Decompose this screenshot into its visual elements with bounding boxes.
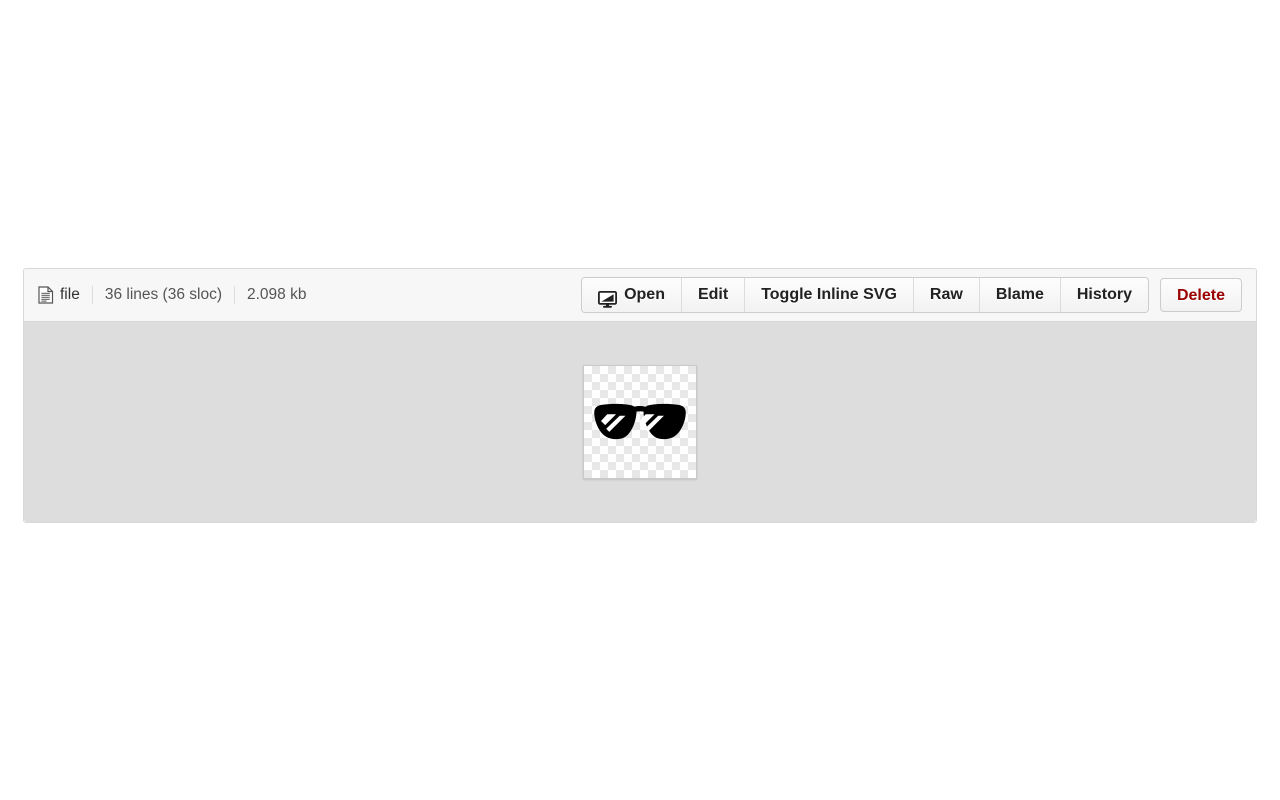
file-lines-label: 36 lines (36 sloc) bbox=[104, 286, 222, 304]
image-preview-frame bbox=[583, 365, 697, 479]
monitor-icon bbox=[598, 287, 618, 308]
delete-button[interactable]: Delete bbox=[1159, 278, 1242, 312]
file-actions-button-group: Open Edit Toggle Inline SVG Raw Blame Hi… bbox=[581, 277, 1149, 313]
history-button-label: History bbox=[1076, 286, 1132, 303]
file-preview-area bbox=[24, 322, 1256, 522]
history-button[interactable]: History bbox=[1059, 278, 1148, 312]
file-name-label: file bbox=[60, 286, 80, 304]
blame-button-label: Blame bbox=[995, 286, 1044, 303]
raw-button[interactable]: Raw bbox=[912, 278, 979, 312]
file-actions-toolbar: Open Edit Toggle Inline SVG Raw Blame Hi… bbox=[581, 277, 1242, 313]
file-meta-group: file 36 lines (36 sloc) 2.098 kb bbox=[24, 269, 318, 321]
file-panel: file 36 lines (36 sloc) 2.098 kb Open Ed… bbox=[23, 268, 1257, 523]
file-name-meta: file bbox=[34, 286, 92, 304]
open-button[interactable]: Open bbox=[582, 278, 681, 312]
open-button-label: Open bbox=[624, 286, 665, 303]
toggle-inline-svg-button[interactable]: Toggle Inline SVG bbox=[744, 278, 913, 312]
raw-button-label: Raw bbox=[929, 286, 963, 303]
document-icon bbox=[38, 286, 54, 304]
file-size-label: 2.098 kb bbox=[247, 286, 307, 304]
blame-button[interactable]: Blame bbox=[978, 278, 1060, 312]
file-header-bar: file 36 lines (36 sloc) 2.098 kb Open Ed… bbox=[24, 269, 1256, 322]
edit-button-label: Edit bbox=[697, 286, 729, 303]
sunglasses-svg bbox=[594, 403, 686, 440]
toggle-inline-svg-button-label: Toggle Inline SVG bbox=[761, 286, 897, 303]
edit-button[interactable]: Edit bbox=[680, 278, 745, 312]
page-root: file 36 lines (36 sloc) 2.098 kb Open Ed… bbox=[0, 0, 1280, 800]
